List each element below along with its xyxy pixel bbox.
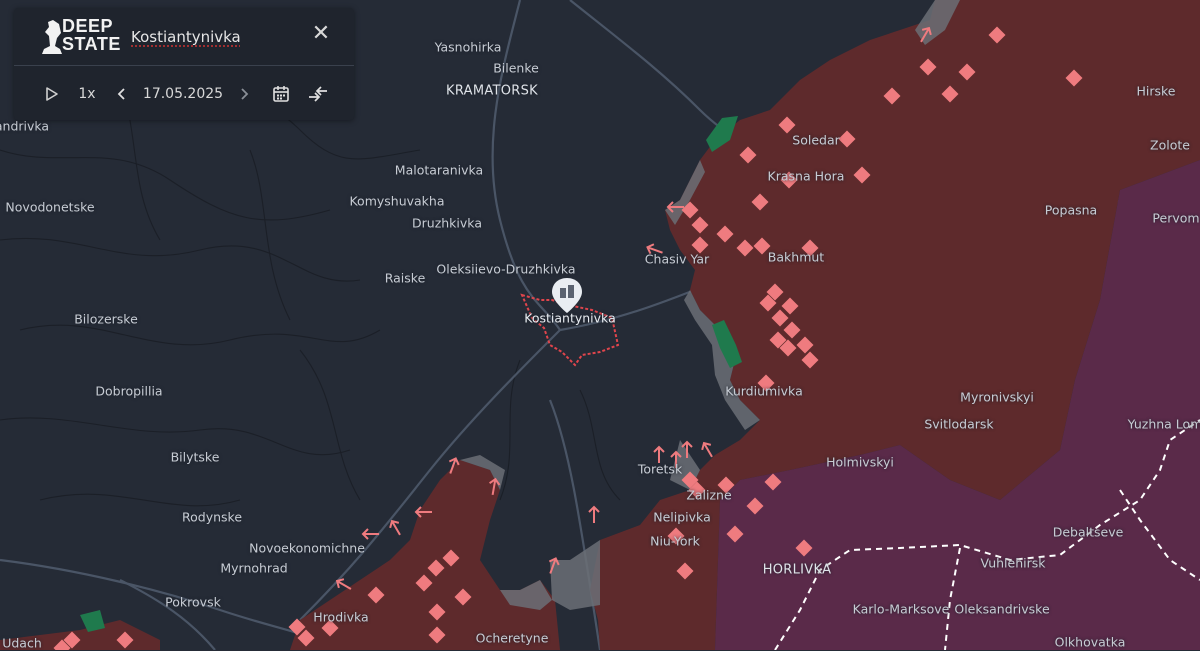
map-label-toretsk[interactable]: Toretsk: [638, 462, 682, 477]
map-label-olkhovatka[interactable]: Olkhovatka: [1055, 635, 1126, 650]
map-label-debaltseve[interactable]: Debaltseve: [1053, 525, 1124, 540]
map-label-myronivskyi[interactable]: Myronivskyi: [960, 390, 1034, 405]
chevron-left-icon: [117, 88, 125, 100]
close-icon[interactable]: ✕: [309, 22, 333, 46]
place-name[interactable]: Kostiantynivka: [131, 28, 241, 46]
map-label-udach[interactable]: Udach: [2, 636, 42, 651]
map-label-druzhkivka[interactable]: Druzhkivka: [412, 216, 482, 231]
map-label-hirske[interactable]: Hirske: [1136, 84, 1175, 99]
map-label-kramatorsk[interactable]: KRAMATORSK: [446, 84, 538, 99]
map-label-kurdiumivka[interactable]: Kurdiumivka: [725, 384, 802, 399]
map-label-myrnohrad[interactable]: Myrnohrad: [220, 561, 287, 576]
map-label-bakhmut[interactable]: Bakhmut: [768, 250, 824, 265]
map-label-komyshuvakha[interactable]: Komyshuvakha: [349, 194, 444, 209]
map-label-bilozerske[interactable]: Bilozerske: [74, 312, 138, 327]
map-label-raiske[interactable]: Raiske: [385, 271, 426, 286]
calendar-icon: [273, 86, 289, 102]
map-label-krasna-hora[interactable]: Krasna Hora: [768, 169, 845, 184]
map-label-novoekonomichne[interactable]: Novoekonomichne: [249, 541, 365, 556]
map-label-pokrovsk[interactable]: Pokrovsk: [165, 595, 221, 610]
map-label-niu-york[interactable]: Niu-York: [650, 534, 700, 549]
next-date-button[interactable]: [236, 81, 252, 107]
logo-line2: STATE: [62, 34, 121, 54]
map-label-horlivka[interactable]: HORLIVKA: [763, 563, 832, 578]
prev-date-button[interactable]: [114, 81, 130, 107]
play-button[interactable]: [42, 81, 62, 107]
map-label-malotaranivka[interactable]: Malotaranivka: [395, 163, 483, 178]
map-label-bilenke[interactable]: Bilenke: [493, 61, 539, 76]
map-label-dobropillia[interactable]: Dobropillia: [95, 384, 162, 399]
map-label-hrodivka[interactable]: Hrodivka: [313, 610, 368, 625]
map-label-svitlodarsk[interactable]: Svitlodarsk: [924, 417, 993, 432]
logo-line1: DEEP: [62, 16, 114, 36]
speed-button[interactable]: 1x: [76, 81, 98, 107]
current-date[interactable]: 17.05.2025: [142, 81, 224, 107]
map-label-andrivka[interactable]: andrivka: [0, 119, 49, 134]
map-label-vuhlehirsk[interactable]: Vuhlehirsk: [981, 556, 1046, 571]
calendar-button[interactable]: [270, 81, 292, 107]
logo-text: DEEP STATE: [62, 17, 121, 53]
play-icon: [46, 87, 58, 101]
compare-arrows-icon: [309, 86, 327, 102]
map-label-kostiantynivka[interactable]: Kostiantynivka: [524, 311, 615, 326]
map-label-holmivskyi[interactable]: Holmivskyi: [826, 455, 894, 470]
map-label-zalizne[interactable]: Zalizne: [686, 488, 731, 503]
map-label-bilytske[interactable]: Bilytske: [171, 450, 220, 465]
map-label-ocheretyne[interactable]: Ocheretyne: [476, 631, 549, 646]
map-label-yasnohirka[interactable]: Yasnohirka: [435, 40, 502, 55]
chevron-right-icon: [241, 88, 249, 100]
compare-button[interactable]: [306, 81, 330, 107]
map-label-karlo-markove[interactable]: Karlo-Marksove: [853, 602, 950, 617]
map-label-pervom[interactable]: Pervom: [1152, 211, 1199, 226]
control-panel: DEEP STATE Kostiantynivka ✕ 1x 17.05.202…: [14, 8, 354, 120]
map-label-zolote[interactable]: Zolote: [1150, 138, 1190, 153]
city-pin-icon[interactable]: [551, 277, 583, 315]
map-label-chasiv-yar[interactable]: Chasiv Yar: [645, 252, 709, 267]
map-label-nelipivka[interactable]: Nelipivka: [653, 510, 710, 525]
map-label-soledar[interactable]: Soledar: [792, 133, 839, 148]
divider: [14, 65, 354, 66]
map-label-oleksandrivske[interactable]: Oleksandrivske: [954, 602, 1049, 617]
map-label-rodynske[interactable]: Rodynske: [182, 510, 242, 525]
map-label-yuzhna-lom[interactable]: Yuzhna Lom: [1128, 417, 1200, 432]
map-label-novodonetske[interactable]: Novodonetske: [5, 200, 94, 215]
map-label-popasna[interactable]: Popasna: [1045, 203, 1097, 218]
map-label-oleksiievo[interactable]: Oleksiievo-Druzhkivka: [436, 262, 575, 277]
